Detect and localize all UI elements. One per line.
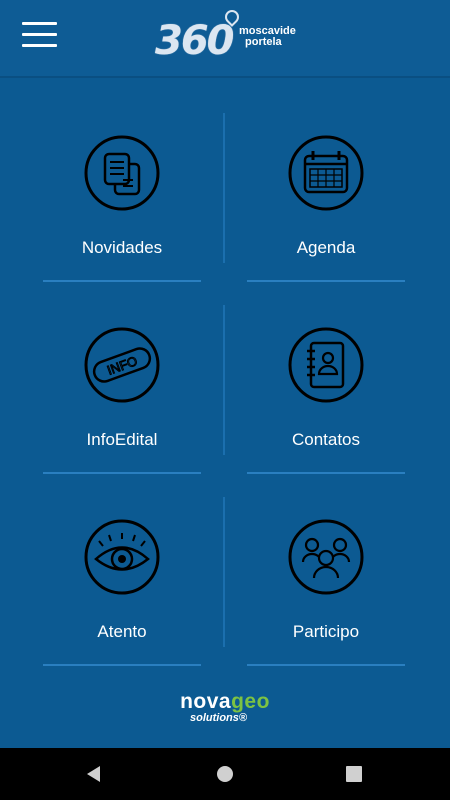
info-stamp-icon: INFO xyxy=(84,327,160,403)
tile-novidades[interactable]: Novidades xyxy=(42,78,202,258)
stamp-text: INFO xyxy=(105,353,139,378)
recent-apps-icon[interactable] xyxy=(342,762,366,786)
brand-part1: nova xyxy=(180,690,232,713)
system-navbar xyxy=(0,748,450,800)
tile-label: InfoEdital xyxy=(86,430,158,449)
app-logo: 360 moscavide portela xyxy=(155,7,305,68)
tile-label: Novidades xyxy=(81,238,163,257)
menu-icon[interactable] xyxy=(22,22,57,48)
contacts-book-icon xyxy=(288,327,364,403)
tile-label: Contatos xyxy=(291,430,361,449)
divider-vertical xyxy=(223,113,225,263)
logo-line2: portela xyxy=(245,36,282,48)
news-icon xyxy=(84,135,160,211)
eye-icon xyxy=(84,519,160,595)
app-header: 360 moscavide portela xyxy=(0,0,450,78)
divider-vertical xyxy=(223,305,225,455)
divider-horizontal xyxy=(43,664,201,666)
brand-part2: ge xyxy=(231,690,257,713)
tile-participo[interactable]: Participo xyxy=(246,462,406,642)
logo-number: 360 xyxy=(155,18,234,64)
brand-subtitle: solutions® xyxy=(190,712,247,724)
back-icon[interactable] xyxy=(82,762,106,786)
tile-label: Agenda xyxy=(296,238,356,257)
divider-vertical xyxy=(223,497,225,647)
tile-label: Participo xyxy=(292,622,360,641)
divider-horizontal xyxy=(247,664,405,666)
calendar-icon xyxy=(288,135,364,211)
tile-agenda[interactable]: Agenda xyxy=(246,78,406,258)
tile-label: Atento xyxy=(97,622,147,641)
menu-grid: Novidades Agenda INFO InfoEdital Contato… xyxy=(0,78,450,668)
tile-atento[interactable]: Atento xyxy=(42,462,202,642)
people-icon xyxy=(288,519,364,595)
tile-contatos[interactable]: Contatos xyxy=(246,270,406,450)
novageo-logo: novageo solutions® xyxy=(0,690,450,730)
home-icon[interactable] xyxy=(213,762,237,786)
tile-infoedital[interactable]: INFO InfoEdital xyxy=(42,270,202,450)
brand-name: novageo xyxy=(0,690,450,714)
brand-part3: o xyxy=(256,690,270,713)
